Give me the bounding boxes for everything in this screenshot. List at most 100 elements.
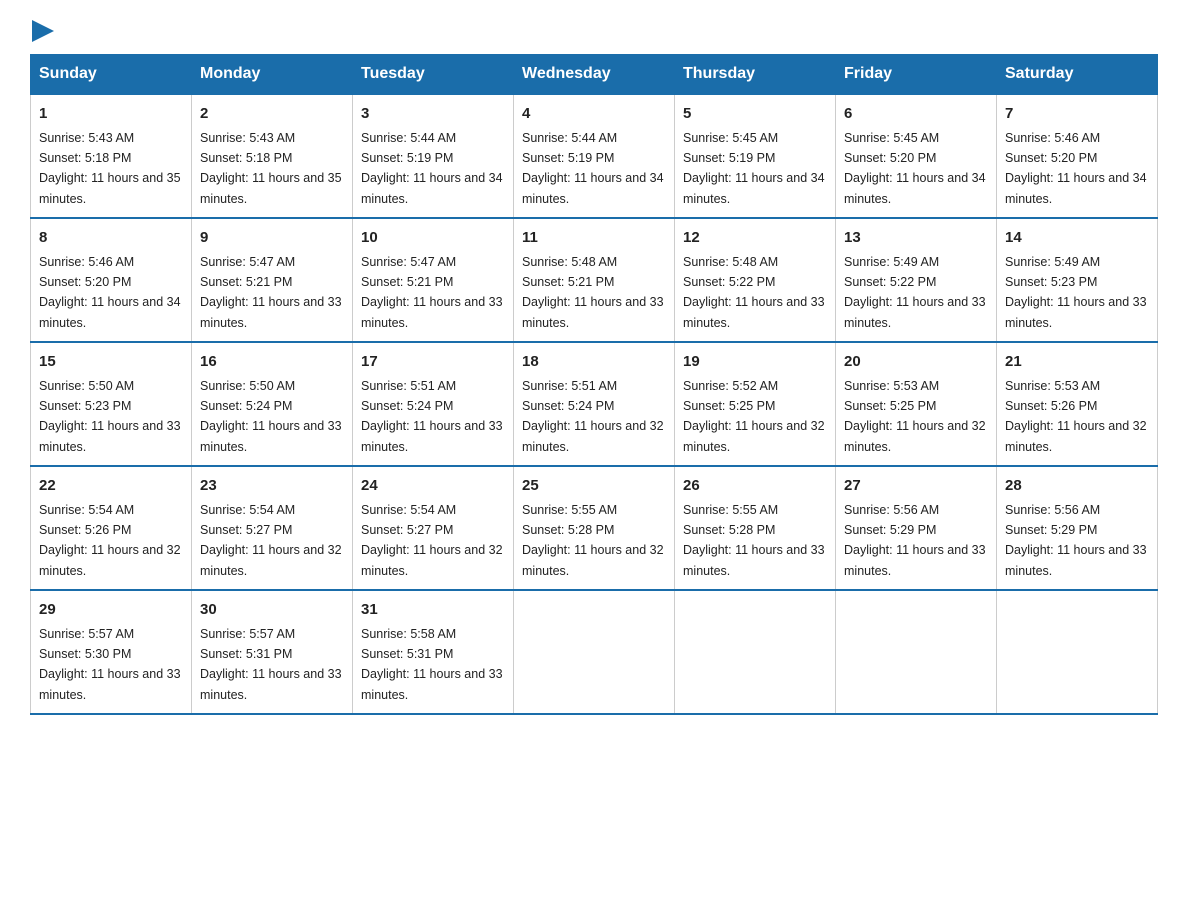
day-info: Sunrise: 5:53 AMSunset: 5:26 PMDaylight:…: [1005, 379, 1147, 454]
calendar-cell: 27 Sunrise: 5:56 AMSunset: 5:29 PMDaylig…: [836, 466, 997, 590]
day-number: 29: [39, 599, 183, 622]
calendar-cell: 10 Sunrise: 5:47 AMSunset: 5:21 PMDaylig…: [353, 218, 514, 342]
calendar-cell: 17 Sunrise: 5:51 AMSunset: 5:24 PMDaylig…: [353, 342, 514, 466]
day-number: 25: [522, 475, 666, 498]
day-info: Sunrise: 5:48 AMSunset: 5:21 PMDaylight:…: [522, 255, 664, 330]
calendar-cell: 21 Sunrise: 5:53 AMSunset: 5:26 PMDaylig…: [997, 342, 1158, 466]
calendar-cell: 19 Sunrise: 5:52 AMSunset: 5:25 PMDaylig…: [675, 342, 836, 466]
col-header-saturday: Saturday: [997, 55, 1158, 95]
calendar-cell: 11 Sunrise: 5:48 AMSunset: 5:21 PMDaylig…: [514, 218, 675, 342]
day-number: 17: [361, 351, 505, 374]
day-info: Sunrise: 5:49 AMSunset: 5:23 PMDaylight:…: [1005, 255, 1147, 330]
calendar-week-row: 8 Sunrise: 5:46 AMSunset: 5:20 PMDayligh…: [31, 218, 1158, 342]
day-number: 19: [683, 351, 827, 374]
day-number: 2: [200, 103, 344, 126]
calendar-cell: 24 Sunrise: 5:54 AMSunset: 5:27 PMDaylig…: [353, 466, 514, 590]
day-number: 14: [1005, 227, 1149, 250]
day-info: Sunrise: 5:57 AMSunset: 5:31 PMDaylight:…: [200, 627, 342, 702]
day-info: Sunrise: 5:43 AMSunset: 5:18 PMDaylight:…: [39, 131, 181, 206]
day-info: Sunrise: 5:47 AMSunset: 5:21 PMDaylight:…: [200, 255, 342, 330]
calendar-cell: 8 Sunrise: 5:46 AMSunset: 5:20 PMDayligh…: [31, 218, 192, 342]
calendar-cell: [675, 590, 836, 714]
day-info: Sunrise: 5:47 AMSunset: 5:21 PMDaylight:…: [361, 255, 503, 330]
calendar-cell: 9 Sunrise: 5:47 AMSunset: 5:21 PMDayligh…: [192, 218, 353, 342]
logo-triangle-icon: [32, 20, 54, 42]
day-info: Sunrise: 5:44 AMSunset: 5:19 PMDaylight:…: [361, 131, 503, 206]
calendar-cell: 5 Sunrise: 5:45 AMSunset: 5:19 PMDayligh…: [675, 94, 836, 218]
calendar-cell: 18 Sunrise: 5:51 AMSunset: 5:24 PMDaylig…: [514, 342, 675, 466]
col-header-monday: Monday: [192, 55, 353, 95]
day-number: 6: [844, 103, 988, 126]
calendar-week-row: 29 Sunrise: 5:57 AMSunset: 5:30 PMDaylig…: [31, 590, 1158, 714]
day-info: Sunrise: 5:52 AMSunset: 5:25 PMDaylight:…: [683, 379, 825, 454]
day-info: Sunrise: 5:54 AMSunset: 5:27 PMDaylight:…: [361, 503, 503, 578]
day-number: 28: [1005, 475, 1149, 498]
calendar-cell: 28 Sunrise: 5:56 AMSunset: 5:29 PMDaylig…: [997, 466, 1158, 590]
day-number: 30: [200, 599, 344, 622]
calendar-cell: 13 Sunrise: 5:49 AMSunset: 5:22 PMDaylig…: [836, 218, 997, 342]
day-number: 27: [844, 475, 988, 498]
day-info: Sunrise: 5:49 AMSunset: 5:22 PMDaylight:…: [844, 255, 986, 330]
day-info: Sunrise: 5:57 AMSunset: 5:30 PMDaylight:…: [39, 627, 181, 702]
day-info: Sunrise: 5:46 AMSunset: 5:20 PMDaylight:…: [39, 255, 181, 330]
day-number: 21: [1005, 351, 1149, 374]
day-info: Sunrise: 5:45 AMSunset: 5:20 PMDaylight:…: [844, 131, 986, 206]
day-info: Sunrise: 5:55 AMSunset: 5:28 PMDaylight:…: [522, 503, 664, 578]
calendar-cell: 1 Sunrise: 5:43 AMSunset: 5:18 PMDayligh…: [31, 94, 192, 218]
day-info: Sunrise: 5:50 AMSunset: 5:24 PMDaylight:…: [200, 379, 342, 454]
day-info: Sunrise: 5:56 AMSunset: 5:29 PMDaylight:…: [1005, 503, 1147, 578]
calendar-cell: 7 Sunrise: 5:46 AMSunset: 5:20 PMDayligh…: [997, 94, 1158, 218]
calendar-week-row: 1 Sunrise: 5:43 AMSunset: 5:18 PMDayligh…: [31, 94, 1158, 218]
col-header-sunday: Sunday: [31, 55, 192, 95]
day-number: 15: [39, 351, 183, 374]
day-info: Sunrise: 5:46 AMSunset: 5:20 PMDaylight:…: [1005, 131, 1147, 206]
day-info: Sunrise: 5:48 AMSunset: 5:22 PMDaylight:…: [683, 255, 825, 330]
page-header: [30, 20, 1158, 36]
calendar-week-row: 22 Sunrise: 5:54 AMSunset: 5:26 PMDaylig…: [31, 466, 1158, 590]
day-info: Sunrise: 5:56 AMSunset: 5:29 PMDaylight:…: [844, 503, 986, 578]
day-info: Sunrise: 5:50 AMSunset: 5:23 PMDaylight:…: [39, 379, 181, 454]
calendar-cell: [514, 590, 675, 714]
col-header-tuesday: Tuesday: [353, 55, 514, 95]
day-number: 16: [200, 351, 344, 374]
logo: [30, 20, 54, 36]
day-info: Sunrise: 5:44 AMSunset: 5:19 PMDaylight:…: [522, 131, 664, 206]
day-number: 12: [683, 227, 827, 250]
calendar-cell: 2 Sunrise: 5:43 AMSunset: 5:18 PMDayligh…: [192, 94, 353, 218]
calendar-week-row: 15 Sunrise: 5:50 AMSunset: 5:23 PMDaylig…: [31, 342, 1158, 466]
day-number: 23: [200, 475, 344, 498]
day-number: 20: [844, 351, 988, 374]
calendar-cell: 4 Sunrise: 5:44 AMSunset: 5:19 PMDayligh…: [514, 94, 675, 218]
col-header-wednesday: Wednesday: [514, 55, 675, 95]
day-number: 5: [683, 103, 827, 126]
day-number: 9: [200, 227, 344, 250]
day-number: 24: [361, 475, 505, 498]
col-header-thursday: Thursday: [675, 55, 836, 95]
calendar-cell: 3 Sunrise: 5:44 AMSunset: 5:19 PMDayligh…: [353, 94, 514, 218]
day-info: Sunrise: 5:51 AMSunset: 5:24 PMDaylight:…: [522, 379, 664, 454]
calendar-cell: 23 Sunrise: 5:54 AMSunset: 5:27 PMDaylig…: [192, 466, 353, 590]
day-number: 4: [522, 103, 666, 126]
day-number: 22: [39, 475, 183, 498]
calendar-table: SundayMondayTuesdayWednesdayThursdayFrid…: [30, 54, 1158, 715]
day-info: Sunrise: 5:55 AMSunset: 5:28 PMDaylight:…: [683, 503, 825, 578]
day-info: Sunrise: 5:51 AMSunset: 5:24 PMDaylight:…: [361, 379, 503, 454]
day-info: Sunrise: 5:54 AMSunset: 5:27 PMDaylight:…: [200, 503, 342, 578]
day-info: Sunrise: 5:58 AMSunset: 5:31 PMDaylight:…: [361, 627, 503, 702]
calendar-cell: 6 Sunrise: 5:45 AMSunset: 5:20 PMDayligh…: [836, 94, 997, 218]
col-header-friday: Friday: [836, 55, 997, 95]
calendar-cell: [997, 590, 1158, 714]
calendar-cell: 31 Sunrise: 5:58 AMSunset: 5:31 PMDaylig…: [353, 590, 514, 714]
day-info: Sunrise: 5:43 AMSunset: 5:18 PMDaylight:…: [200, 131, 342, 206]
day-number: 18: [522, 351, 666, 374]
calendar-cell: 14 Sunrise: 5:49 AMSunset: 5:23 PMDaylig…: [997, 218, 1158, 342]
calendar-cell: 30 Sunrise: 5:57 AMSunset: 5:31 PMDaylig…: [192, 590, 353, 714]
calendar-cell: 20 Sunrise: 5:53 AMSunset: 5:25 PMDaylig…: [836, 342, 997, 466]
calendar-cell: 29 Sunrise: 5:57 AMSunset: 5:30 PMDaylig…: [31, 590, 192, 714]
calendar-cell: [836, 590, 997, 714]
day-number: 8: [39, 227, 183, 250]
day-info: Sunrise: 5:54 AMSunset: 5:26 PMDaylight:…: [39, 503, 181, 578]
calendar-cell: 26 Sunrise: 5:55 AMSunset: 5:28 PMDaylig…: [675, 466, 836, 590]
day-number: 7: [1005, 103, 1149, 126]
calendar-header-row: SundayMondayTuesdayWednesdayThursdayFrid…: [31, 55, 1158, 95]
